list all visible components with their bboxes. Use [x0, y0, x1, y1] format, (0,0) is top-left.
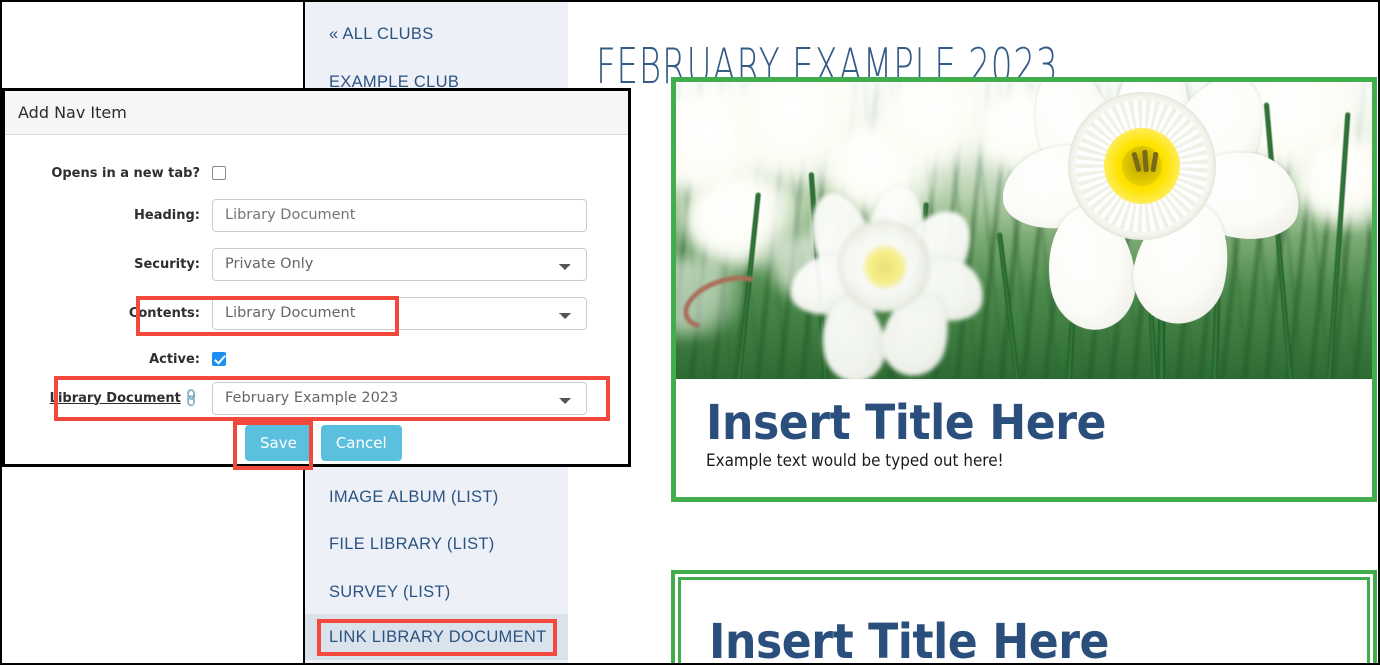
contents-select[interactable]: Library Document	[212, 296, 587, 330]
field-row-library-document: Library Document🔗 February Example 2023	[5, 378, 628, 418]
dialog-header: Add Nav Item	[5, 91, 628, 135]
library-document-select[interactable]: February Example 2023	[212, 381, 587, 415]
sidebar-item-label: IMAGE ALBUM (LIST)	[329, 488, 499, 506]
cancel-button[interactable]: Cancel	[320, 425, 402, 461]
card-photo	[676, 82, 1372, 379]
sidebar-item-label: FILE LIBRARY (LIST)	[329, 535, 495, 553]
dialog-button-row: Save Cancel	[5, 425, 628, 461]
screenshot-root: « ALL CLUBS EXAMPLE CLUB IMAGE ALBUM (LI…	[0, 0, 1380, 665]
sidebar-item-label: SURVEY (LIST)	[329, 583, 451, 601]
field-row-active: Active:	[5, 339, 628, 379]
sidebar-item-link-library-document[interactable]: LINK LIBRARY DOCUMENT	[305, 614, 568, 660]
add-nav-item-dialog: Add Nav Item Opens in a new tab? Heading…	[2, 88, 631, 470]
library-document-label[interactable]: Library Document🔗	[5, 387, 212, 409]
new-tab-label: Opens in a new tab?	[51, 165, 200, 181]
security-select[interactable]: Private Only	[212, 247, 587, 281]
dialog-title: Add Nav Item	[18, 103, 127, 122]
heading-input[interactable]	[212, 198, 587, 232]
content-card-1: Insert Title Here Example text would be …	[671, 77, 1377, 502]
sidebar-item-label: « ALL CLUBS	[329, 25, 434, 43]
card-subtitle: Example text would be typed out here!	[706, 451, 1004, 470]
card-title: Insert Title Here	[706, 395, 1107, 451]
sidebar-item-file-library[interactable]: FILE LIBRARY (LIST)	[305, 520, 568, 568]
active-checkbox[interactable]	[212, 351, 226, 366]
daffodil-photo	[676, 82, 1372, 379]
card-title: Insert Title Here	[709, 614, 1110, 665]
main-content: FEBRUARY EXAMPLE 2023 Insert Title Here …	[568, 2, 1378, 663]
contents-label: Contents:	[128, 305, 200, 321]
content-card-2: Insert Title Here	[671, 570, 1377, 665]
field-row-security: Security: Private Only	[5, 244, 628, 284]
sidebar-item-survey[interactable]: SURVEY (LIST)	[305, 568, 568, 616]
sidebar-item-label: LINK LIBRARY DOCUMENT	[329, 628, 547, 646]
field-row-heading: Heading:	[5, 195, 628, 235]
link-icon: 🔗	[180, 386, 203, 410]
save-button[interactable]: Save	[245, 425, 312, 461]
new-tab-checkbox[interactable]	[212, 165, 226, 180]
active-label: Active:	[149, 351, 200, 367]
card-body: Insert Title Here Example text would be …	[676, 379, 1372, 470]
sidebar-item-all-clubs[interactable]: « ALL CLUBS	[305, 10, 568, 58]
dialog-body: Opens in a new tab? Heading: Security: P…	[5, 135, 628, 470]
field-row-contents: Contents: Library Document	[5, 293, 628, 333]
card-body: Insert Title Here	[681, 580, 1367, 665]
heading-label: Heading:	[134, 207, 200, 223]
library-document-label-text: Library Document	[49, 390, 181, 406]
sidebar-item-image-album[interactable]: IMAGE ALBUM (LIST)	[305, 473, 568, 521]
field-row-new-tab: Opens in a new tab?	[5, 153, 628, 193]
security-label: Security:	[134, 256, 200, 272]
